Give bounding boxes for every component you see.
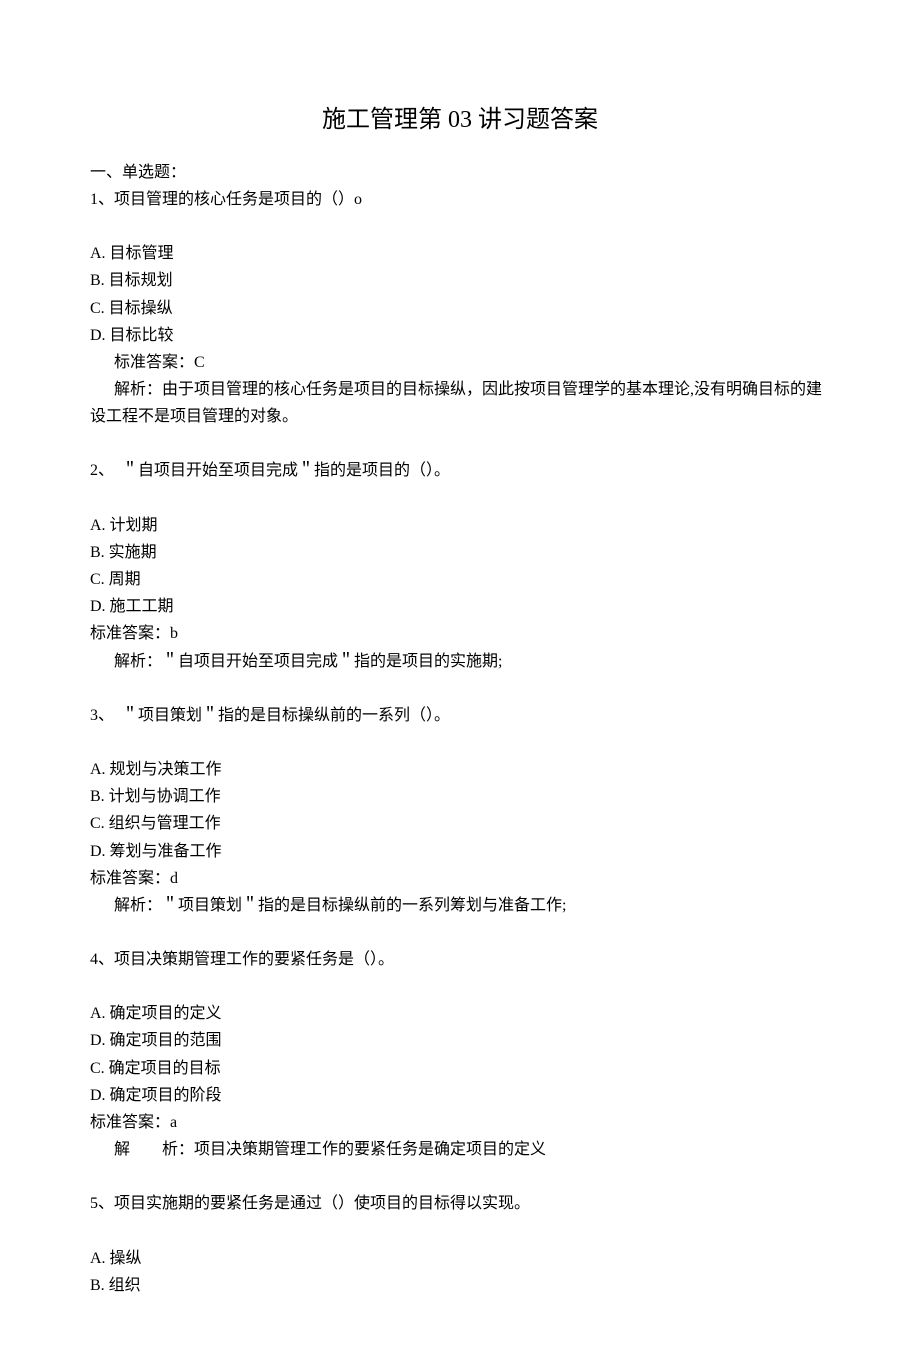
option: B. 实施期 — [90, 539, 830, 566]
explanation: 解 析：项目决策期管理工作的要紧任务是确定项目的定义 — [90, 1136, 830, 1163]
option: B. 计划与协调工作 — [90, 783, 830, 810]
question-stem: 4、项目决策期管理工作的要紧任务是（）。 — [90, 946, 830, 973]
option: D. 目标比较 — [90, 322, 830, 349]
questions-container: 1、项目管理的核心任务是项目的（）oA. 目标管理B. 目标规划C. 目标操纵D… — [90, 186, 830, 1299]
question-block: 3、 ＂项目策划＂指的是目标操纵前的一系列（）。 A. 规划与决策工作B. 计划与… — [90, 702, 830, 946]
explanation: 解析：由于项目管理的核心任务是项目的目标操纵，因此按项目管理学的基本理论,没有明… — [90, 376, 830, 430]
spacer — [90, 430, 830, 457]
option: A. 目标管理 — [90, 240, 830, 267]
spacer — [90, 729, 830, 756]
explanation: 解析：＂自项目开始至项目完成＂指的是项目的实施期; — [90, 648, 830, 675]
option: C. 组织与管理工作 — [90, 810, 830, 837]
answer: 标准答案：d — [90, 865, 830, 892]
option: D. 施工工期 — [90, 593, 830, 620]
answer: 标准答案：b — [90, 620, 830, 647]
option: D. 确定项目的阶段 — [90, 1082, 830, 1109]
option: B. 目标规划 — [90, 267, 830, 294]
question-block: 5、项目实施期的要紧任务是通过（）使项目的目标得以实现。 A. 操纵B. 组织 — [90, 1190, 830, 1299]
page-title: 施工管理第 03 讲习题答案 — [90, 100, 830, 141]
option: D. 筹划与准备工作 — [90, 838, 830, 865]
option: A. 确定项目的定义 — [90, 1000, 830, 1027]
spacer — [90, 1218, 830, 1245]
spacer — [90, 973, 830, 1000]
option: A. 计划期 — [90, 512, 830, 539]
option: A. 操纵 — [90, 1245, 830, 1272]
section-heading: 一、单选题： — [90, 159, 830, 186]
question-stem: 2、 ＂自项目开始至项目完成＂指的是项目的（）。 — [90, 457, 830, 484]
option: D. 确定项目的范围 — [90, 1027, 830, 1054]
question-stem: 5、项目实施期的要紧任务是通过（）使项目的目标得以实现。 — [90, 1190, 830, 1217]
spacer — [90, 675, 830, 702]
question-block: 2、 ＂自项目开始至项目完成＂指的是项目的（）。 A. 计划期B. 实施期C. 周… — [90, 457, 830, 701]
answer: 标准答案：C — [90, 349, 830, 376]
spacer — [90, 1163, 830, 1190]
answer: 标准答案：a — [90, 1109, 830, 1136]
option: C. 确定项目的目标 — [90, 1055, 830, 1082]
spacer — [90, 485, 830, 512]
option: A. 规划与决策工作 — [90, 756, 830, 783]
option: C. 目标操纵 — [90, 295, 830, 322]
explanation: 解析：＂项目策划＂指的是目标操纵前的一系列筹划与准备工作; — [90, 892, 830, 919]
option: B. 组织 — [90, 1272, 830, 1299]
question-stem: 1、项目管理的核心任务是项目的（）o — [90, 186, 830, 213]
option: C. 周期 — [90, 566, 830, 593]
question-block: 4、项目决策期管理工作的要紧任务是（）。 A. 确定项目的定义D. 确定项目的范围… — [90, 946, 830, 1190]
spacer — [90, 213, 830, 240]
spacer — [90, 919, 830, 946]
question-block: 1、项目管理的核心任务是项目的（）o A. 目标管理B. 目标规划C. 目标操纵D… — [90, 186, 830, 458]
question-stem: 3、 ＂项目策划＂指的是目标操纵前的一系列（）。 — [90, 702, 830, 729]
